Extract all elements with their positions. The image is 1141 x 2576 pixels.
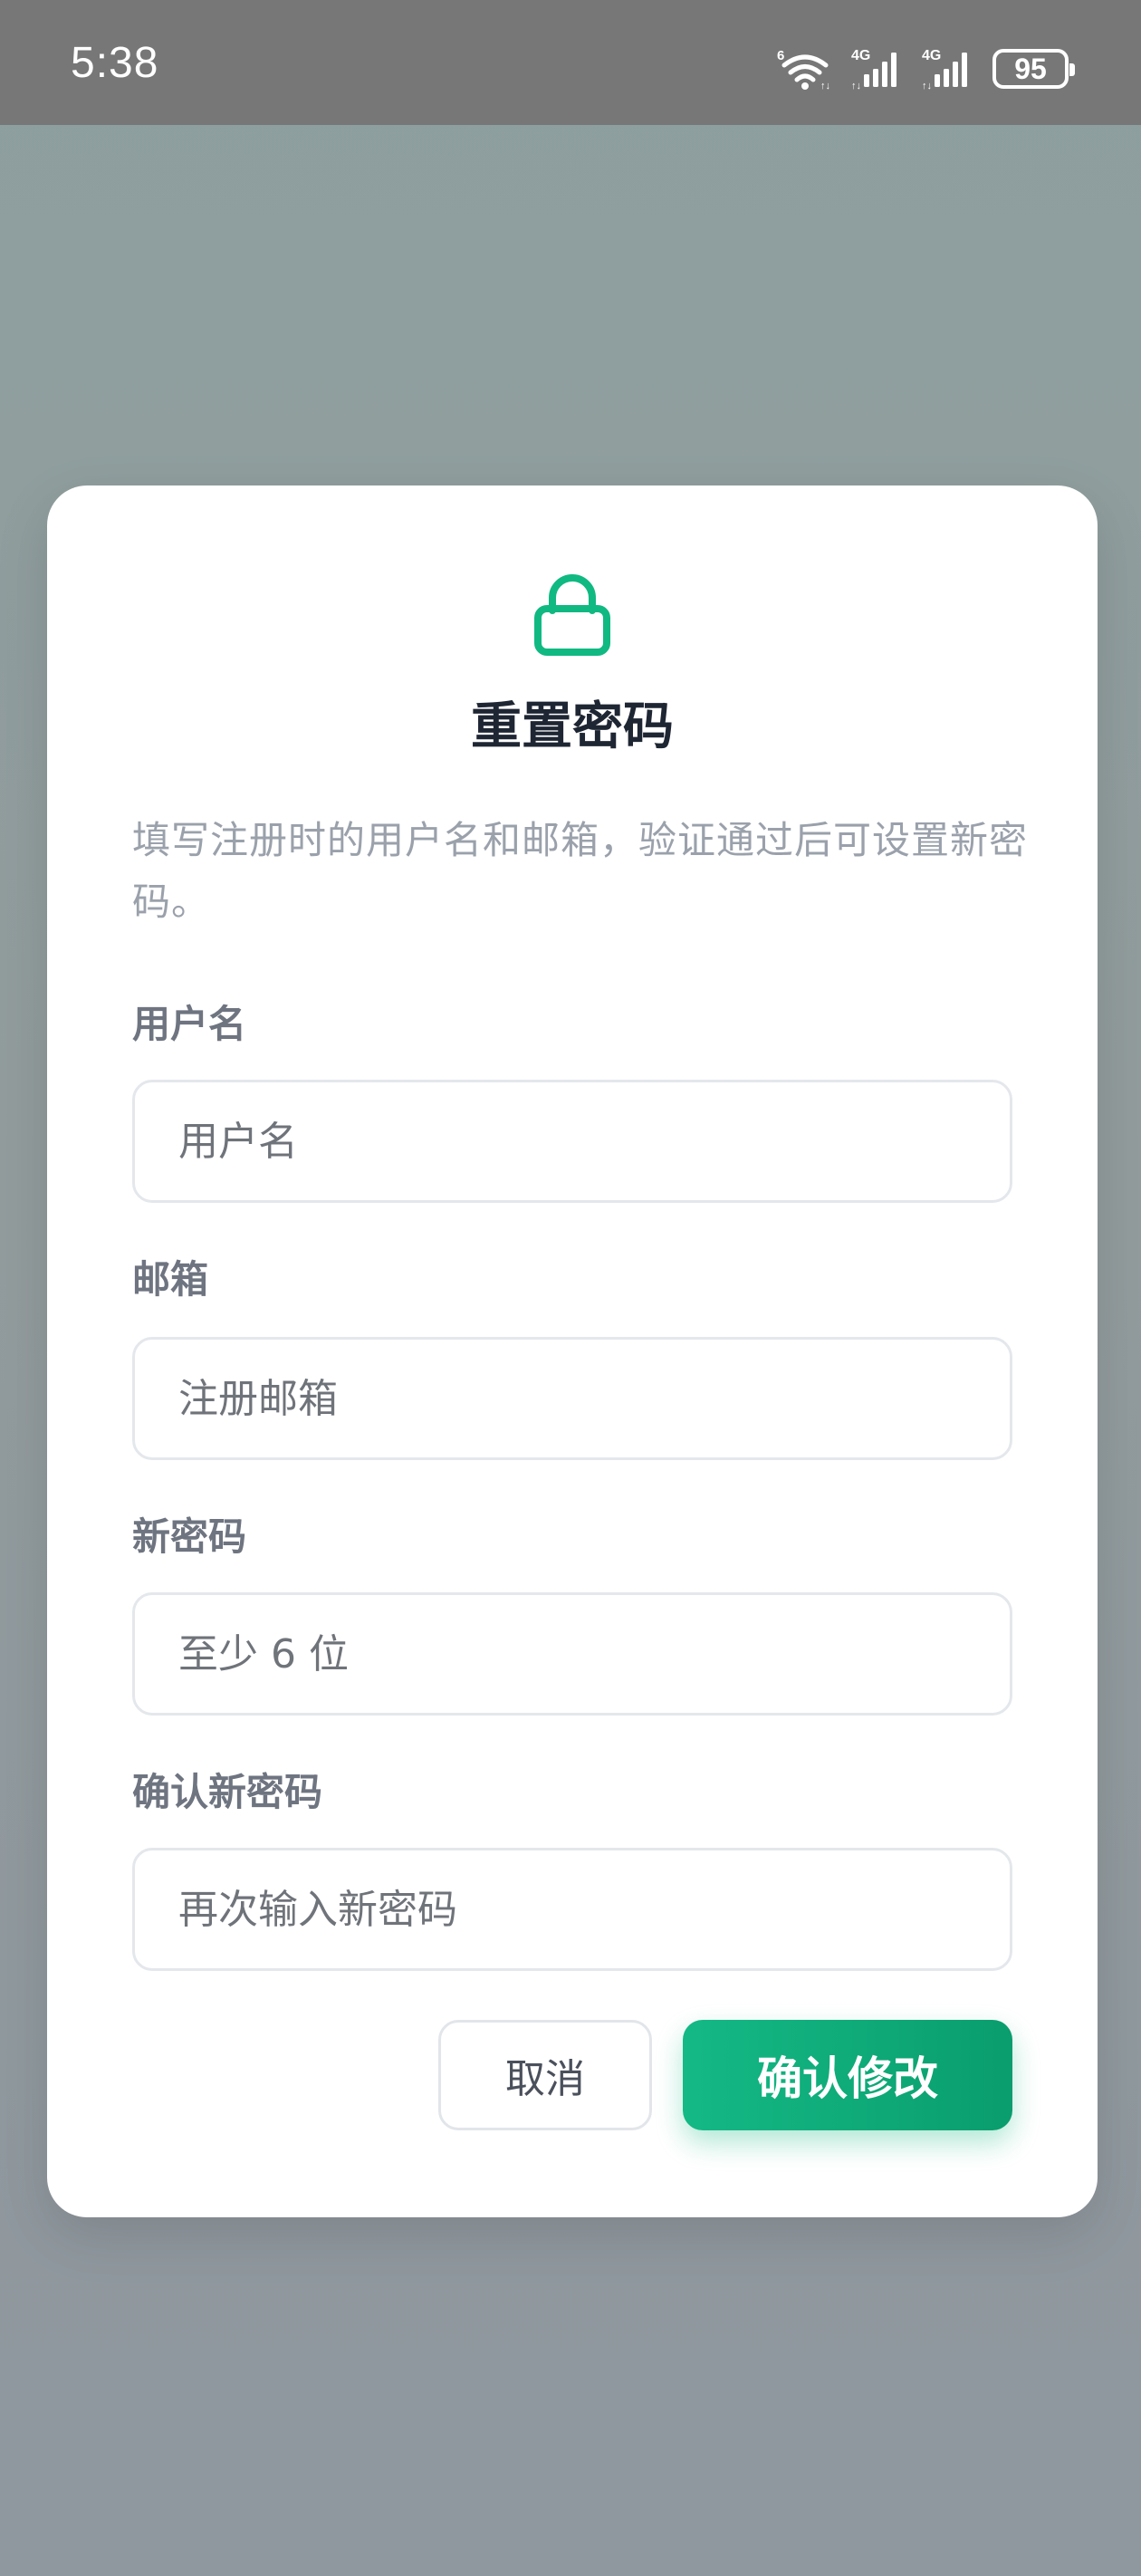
svg-text:↑↓: ↑↓ — [851, 81, 861, 91]
lock-icon — [534, 574, 610, 656]
wifi-badge: 6 — [777, 48, 784, 63]
email-label: 邮箱 — [132, 1257, 209, 1302]
battery-level: 95 — [1014, 52, 1047, 85]
new-password-input[interactable] — [132, 1592, 1012, 1716]
status-bar: 5:38 6 ↑↓ 4G ↑↓ 4G ↑↓ 95 — [0, 0, 1141, 125]
status-time: 5:38 — [71, 39, 159, 87]
username-input[interactable] — [132, 1080, 1012, 1203]
confirm-button[interactable]: 确认修改 — [683, 2020, 1012, 2130]
status-icons: 6 ↑↓ 4G ↑↓ 4G ↑↓ 95 — [777, 42, 1075, 96]
network-label-1: 4G — [851, 48, 870, 63]
dialog-title: 重置密码 — [471, 697, 674, 756]
svg-text:↑↓: ↑↓ — [922, 81, 932, 91]
username-label: 用户名 — [132, 1002, 247, 1046]
battery-icon: 95 — [992, 49, 1075, 89]
dialog-description: 填写注册时的用户名和邮箱，验证通过后可设置新密码。 — [132, 818, 1029, 924]
new-password-label: 新密码 — [132, 1514, 247, 1559]
signal-4g-icon: 4G ↑↓ — [851, 47, 904, 91]
email-input[interactable] — [132, 1337, 1012, 1460]
confirm-password-input[interactable] — [132, 1848, 1012, 1971]
svg-text:↑↓: ↑↓ — [820, 81, 830, 91]
confirm-password-label: 确认新密码 — [132, 1770, 323, 1814]
reset-password-dialog: 重置密码 填写注册时的用户名和邮箱，验证通过后可设置新密码。 用户名 邮箱 新密… — [47, 485, 1098, 2217]
signal-4g-icon: 4G ↑↓ — [922, 47, 974, 91]
network-label-2: 4G — [922, 48, 941, 63]
wifi-6-icon: 6 ↑↓ — [777, 47, 833, 91]
cancel-button[interactable]: 取消 — [438, 2020, 652, 2130]
